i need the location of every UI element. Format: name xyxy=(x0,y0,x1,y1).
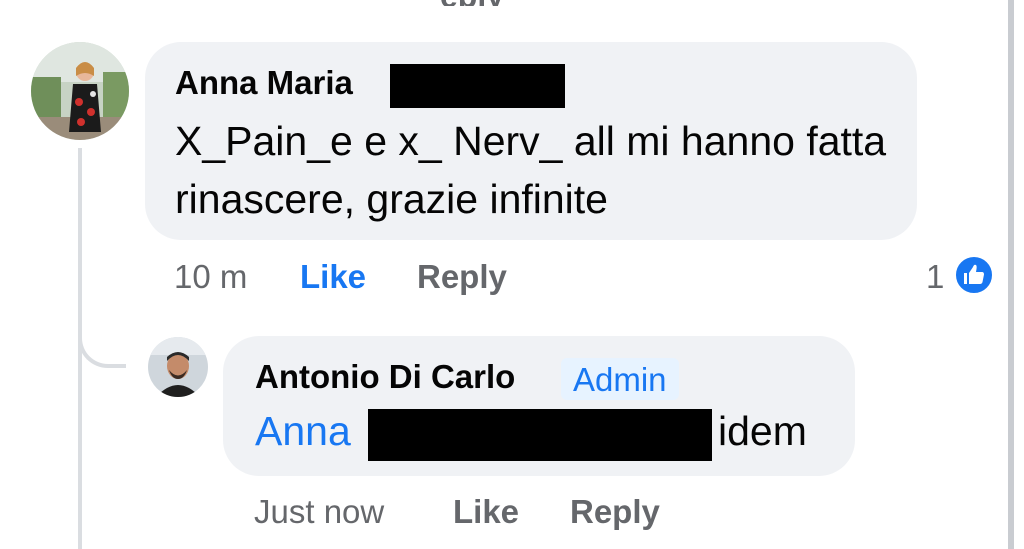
comment-text: X_Pain_e e x_ Nerv_ all mi hanno fatta r… xyxy=(175,118,887,222)
mention-link[interactable]: Anna xyxy=(255,408,351,455)
thumbs-up-icon[interactable] xyxy=(953,254,995,296)
reply-author[interactable]: Antonio Di Carlo xyxy=(255,358,515,396)
reply-button[interactable]: Reply xyxy=(417,258,507,296)
reply-text: idem xyxy=(718,408,807,454)
profile-photo-anna-maria xyxy=(31,42,129,140)
redaction-box xyxy=(368,409,712,461)
reaction-count[interactable]: 1 xyxy=(926,258,944,296)
comment-timestamp[interactable]: 10 m xyxy=(174,258,247,296)
reply-bubble: Antonio Di Carlo Admin Anna idem xyxy=(223,336,855,476)
comment-bubble: Anna Maria X_Pain_e e x_ Nerv_ all mi ha… xyxy=(145,42,917,240)
previous-reply-link-fragment[interactable]: eply xyxy=(440,0,640,6)
profile-photo-antonio xyxy=(148,337,208,397)
admin-badge: Admin xyxy=(561,358,679,400)
like-button[interactable]: Like xyxy=(300,258,366,296)
thread-connector-curve xyxy=(78,300,126,368)
scrollbar[interactable] xyxy=(1008,0,1014,549)
reply-button[interactable]: Reply xyxy=(570,493,660,531)
avatar[interactable] xyxy=(31,42,129,140)
like-button[interactable]: Like xyxy=(453,493,519,531)
avatar[interactable] xyxy=(148,337,208,397)
comment-author[interactable]: Anna Maria xyxy=(175,64,353,102)
redaction-box xyxy=(390,64,565,108)
reply-timestamp[interactable]: Just now xyxy=(254,493,384,531)
